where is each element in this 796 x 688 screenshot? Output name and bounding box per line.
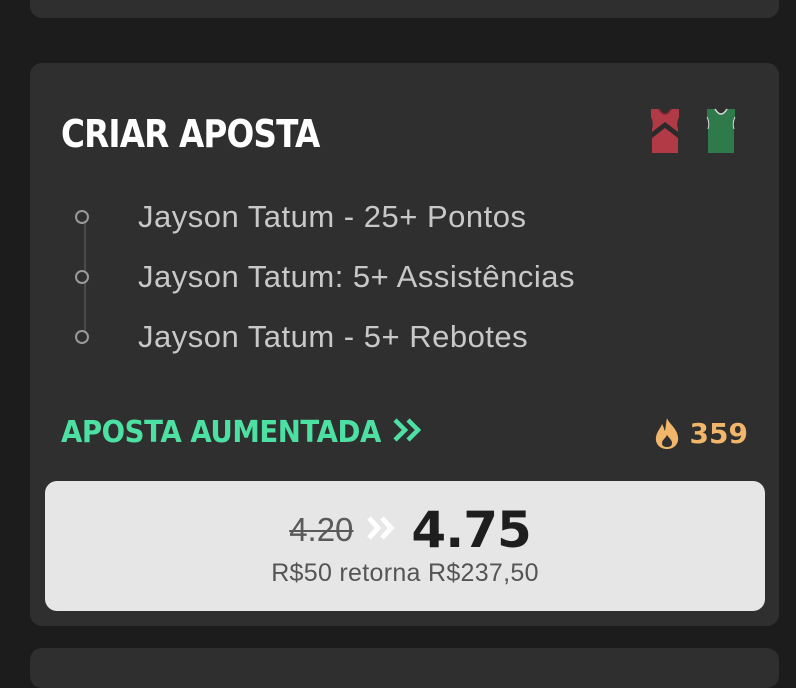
- bet-legs-list: Jayson Tatum - 25+ Pontos Jayson Tatum: …: [70, 195, 730, 375]
- popularity-count: 359: [689, 416, 748, 450]
- team-jerseys: [648, 105, 738, 155]
- fire-icon: [653, 416, 681, 450]
- odds-button[interactable]: 4.20 4.75 R$50 retorna R$237,50: [45, 481, 765, 611]
- double-chevron-right-icon: [367, 515, 397, 545]
- bet-leg: Jayson Tatum: 5+ Assistências: [70, 255, 575, 299]
- bet-leg-label: Jayson Tatum: 5+ Assistências: [138, 259, 575, 294]
- next-card: [30, 648, 779, 688]
- odds-row: 4.20 4.75: [45, 501, 765, 559]
- boosted-odds: 4.75: [411, 501, 531, 559]
- bet-leg: Jayson Tatum - 5+ Rebotes: [70, 315, 528, 359]
- boosted-bet-label: APOSTA AUMENTADA: [61, 415, 381, 450]
- bet-leg-label: Jayson Tatum - 25+ Pontos: [138, 199, 527, 234]
- leg-bullet-icon: [75, 210, 89, 224]
- potential-returns: R$50 retorna R$237,50: [271, 559, 539, 587]
- home-jersey-icon: [648, 105, 682, 155]
- original-odds: 4.20: [289, 511, 354, 548]
- double-chevron-right-icon: [393, 417, 425, 448]
- bet-builder-card: CRIAR APOSTA Jayson Tatum - 25+ Pontos J…: [30, 63, 779, 626]
- away-jersey-icon: [704, 105, 738, 155]
- card-title: CRIAR APOSTA: [61, 112, 320, 156]
- leg-bullet-icon: [75, 270, 89, 284]
- bet-leg: Jayson Tatum - 25+ Pontos: [70, 195, 526, 239]
- leg-bullet-icon: [75, 330, 89, 344]
- boosted-bet-link[interactable]: APOSTA AUMENTADA: [61, 415, 425, 450]
- popularity-indicator: 359: [653, 416, 748, 450]
- previous-card: [30, 0, 779, 18]
- bet-leg-label: Jayson Tatum - 5+ Rebotes: [138, 319, 529, 354]
